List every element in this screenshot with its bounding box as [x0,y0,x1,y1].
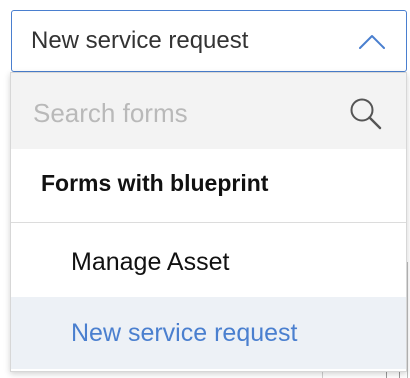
divider [11,222,406,223]
option-new-service-request[interactable]: New service request [11,297,406,369]
option-label: Manage Asset [71,248,230,276]
form-dropdown-menu: Forms with blueprint Manage Asset New se… [10,72,407,372]
group-header: Forms with blueprint [41,170,269,196]
search-bar [11,73,406,149]
option-label: New service request [71,319,298,347]
form-picker-page: New service request Forms with blueprint… [0,0,410,378]
background-divider [322,372,323,378]
search-input[interactable] [33,93,333,133]
chevron-up-icon[interactable] [358,31,386,51]
search-icon[interactable] [349,97,383,131]
background-divider [407,262,408,378]
option-manage-asset[interactable]: Manage Asset [11,226,406,298]
form-select[interactable]: New service request [11,10,407,72]
form-select-value: New service request [31,27,249,54]
